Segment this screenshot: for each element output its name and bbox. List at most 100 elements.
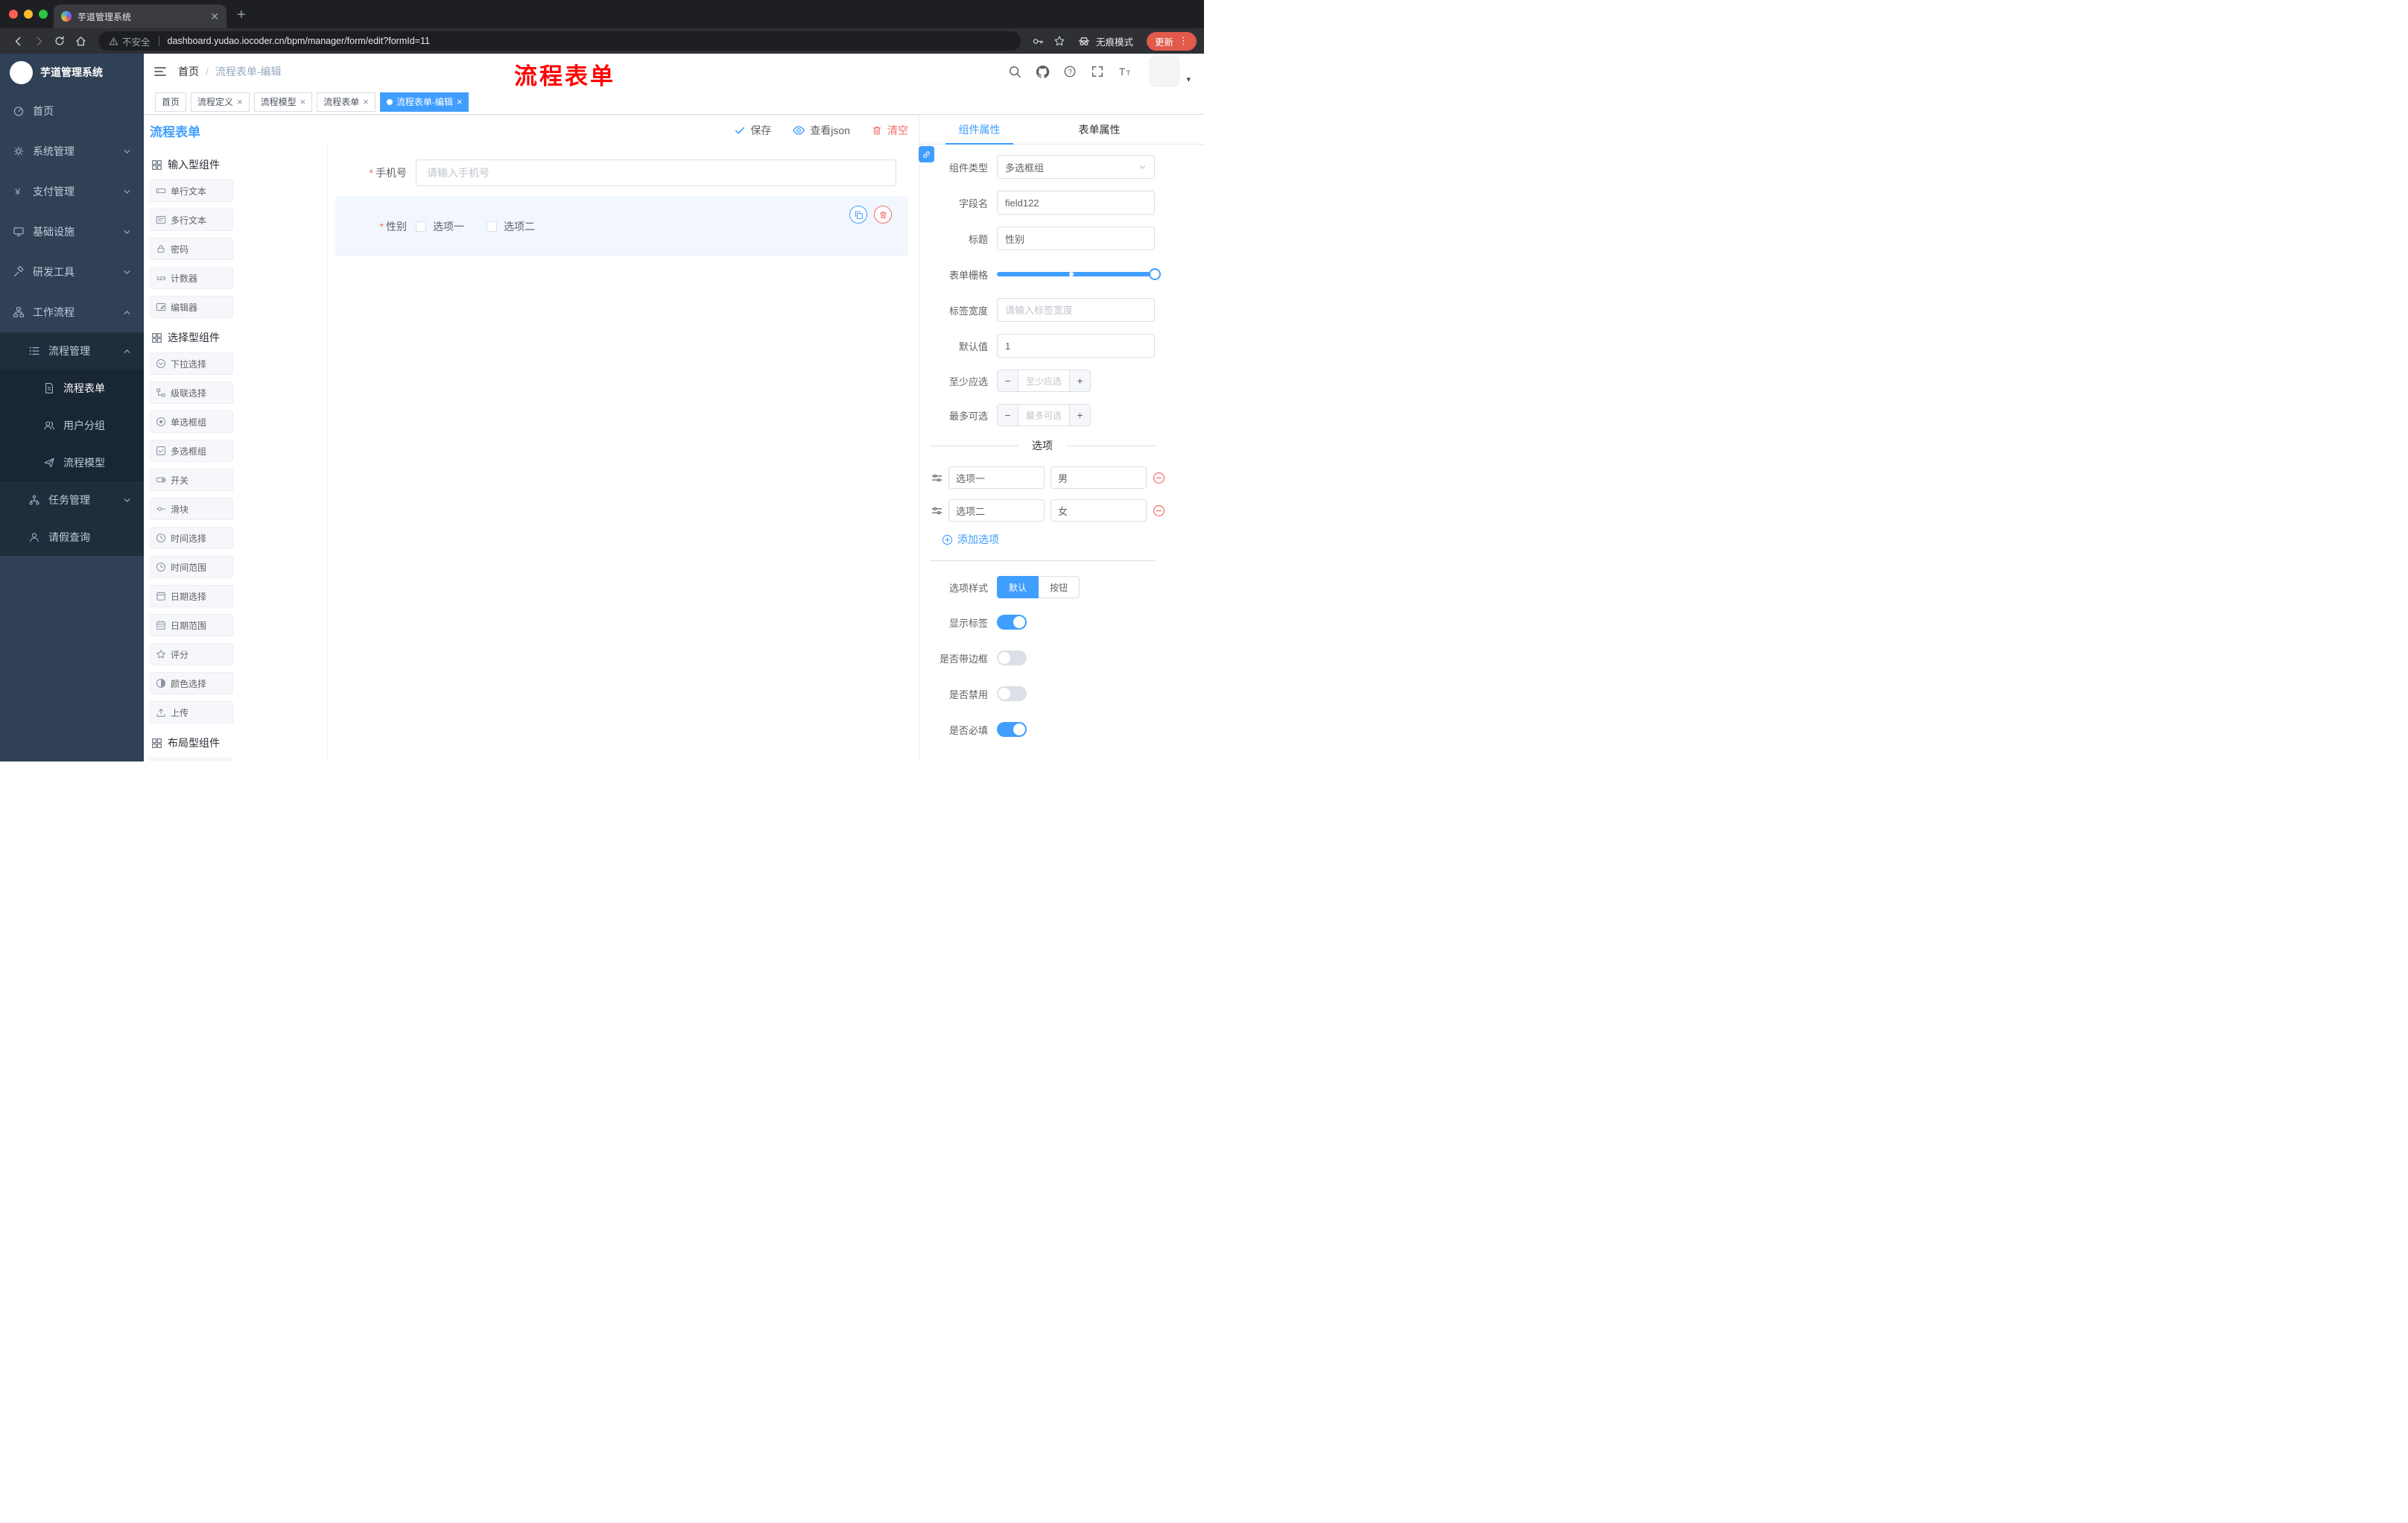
label-width-input[interactable] — [997, 298, 1155, 322]
chip-color-picker[interactable]: 颜色选择 — [150, 672, 233, 694]
browser-update-button[interactable]: 更新 ⋮ — [1146, 31, 1197, 51]
tag-home[interactable]: 首页 — [155, 92, 187, 112]
option-value-input[interactable] — [1051, 499, 1147, 522]
chip-upload[interactable]: 上传 — [150, 701, 233, 723]
drag-handle-icon[interactable] — [931, 505, 942, 516]
address-bar[interactable]: 不安全 dashboard.yudao.iocoder.cn/bpm/manag… — [98, 31, 1021, 51]
canvas-field-gender[interactable]: * 性别 选项一 选项二 — [335, 197, 908, 256]
chip-time-picker[interactable]: 时间选择 — [150, 527, 233, 549]
search-icon[interactable] — [1007, 64, 1022, 79]
tag-close-icon[interactable]: × — [363, 97, 369, 107]
stepper-decrease-button[interactable]: − — [998, 405, 1018, 425]
avatar-caret-icon[interactable]: ▾ — [1186, 75, 1191, 84]
border-switch[interactable] — [997, 650, 1027, 665]
stepper-value[interactable]: 至少应选 — [1018, 370, 1069, 391]
show-label-switch[interactable] — [997, 615, 1027, 630]
chip-date-range[interactable]: 日期范围 — [150, 614, 233, 636]
sidebar-item-user-groups[interactable]: 用户分组 — [0, 407, 144, 444]
browser-tab[interactable]: 芋道管理系统 ✕ — [54, 4, 226, 28]
user-avatar[interactable] — [1150, 57, 1180, 86]
chip-counter[interactable]: 123 计数器 — [150, 267, 233, 289]
bookmark-star-icon[interactable] — [1049, 31, 1070, 51]
close-window-button[interactable] — [9, 10, 18, 19]
sidebar-item-system[interactable]: 系统管理 — [0, 131, 144, 171]
minimize-window-button[interactable] — [24, 10, 33, 19]
tab-close-icon[interactable]: ✕ — [210, 11, 219, 22]
chip-editor[interactable]: 编辑器 — [150, 296, 233, 318]
breadcrumb-home[interactable]: 首页 — [178, 64, 199, 79]
chip-single-line-text[interactable]: 单行文本 — [150, 180, 233, 202]
sidebar-item-workflow[interactable]: 工作流程 — [0, 292, 144, 332]
github-icon[interactable] — [1035, 64, 1050, 79]
stepper-decrease-button[interactable]: − — [998, 370, 1018, 391]
field-phone-input[interactable] — [416, 159, 896, 186]
option-value-input[interactable] — [1051, 466, 1147, 489]
canvas-field-phone[interactable]: * 手机号 — [335, 158, 908, 188]
sidebar-item-devtools[interactable]: 研发工具 — [0, 252, 144, 292]
forward-icon[interactable] — [28, 31, 49, 51]
delete-field-button[interactable] — [874, 206, 892, 224]
component-type-select[interactable]: 多选框组 — [997, 155, 1155, 179]
form-canvas[interactable]: *手机号 *性别 选项一 — [328, 146, 919, 762]
maximize-window-button[interactable] — [39, 10, 48, 19]
checkbox-box[interactable] — [487, 221, 497, 232]
tag-close-icon[interactable]: × — [300, 97, 306, 107]
remove-option-icon[interactable] — [1153, 472, 1165, 484]
option-label-input[interactable] — [948, 466, 1045, 489]
slider-track[interactable] — [997, 268, 1161, 280]
slider-handle[interactable] — [1149, 268, 1161, 280]
stepper-value[interactable]: 最多可选 — [1018, 405, 1069, 425]
tag-process-form-edit[interactable]: 流程表单-编辑 × — [379, 92, 469, 112]
browser-menu-icon[interactable]: ⋮ — [1179, 35, 1188, 47]
grid-slider[interactable] — [997, 262, 1161, 286]
password-key-icon[interactable] — [1028, 31, 1049, 51]
required-switch[interactable] — [997, 722, 1027, 737]
reload-icon[interactable] — [49, 31, 70, 51]
checkbox-option-2[interactable]: 选项二 — [487, 219, 535, 234]
chip-multi-line-text[interactable]: 多行文本 — [150, 209, 233, 231]
style-button-button[interactable]: 按钮 — [1039, 576, 1080, 598]
sidebar-toggle-icon[interactable] — [153, 64, 168, 79]
chip-switch[interactable]: 开关 — [150, 469, 233, 491]
chip-password[interactable]: 密码 — [150, 238, 233, 260]
help-icon[interactable]: ? — [1062, 64, 1077, 79]
checkbox-option-1[interactable]: 选项一 — [416, 219, 464, 234]
brand[interactable]: 芋道管理系统 — [0, 54, 144, 91]
clear-button[interactable]: 清空 — [871, 123, 908, 138]
chip-radio-group[interactable]: 单选框组 — [150, 411, 233, 433]
font-size-icon[interactable]: TT — [1118, 64, 1132, 79]
sidebar-item-process-model[interactable]: 流程模型 — [0, 444, 144, 481]
tag-process-model[interactable]: 流程模型 × — [253, 92, 313, 112]
not-secure-badge[interactable]: 不安全 — [109, 34, 150, 48]
stepper-increase-button[interactable]: + — [1069, 405, 1090, 425]
remove-option-icon[interactable] — [1153, 504, 1165, 517]
save-button[interactable]: 保存 — [734, 123, 771, 138]
view-json-button[interactable]: 查看json — [792, 123, 850, 138]
sidebar-item-task-mgmt[interactable]: 任务管理 — [0, 481, 144, 519]
drag-handle-icon[interactable] — [931, 472, 942, 484]
chip-slider[interactable]: 滑块 — [150, 498, 233, 520]
chip-cascader[interactable]: 级联选择 — [150, 381, 233, 404]
chip-select[interactable]: 下拉选择 — [150, 352, 233, 375]
tag-process-form[interactable]: 流程表单 × — [317, 92, 376, 112]
checkbox-box[interactable] — [416, 221, 426, 232]
disabled-switch[interactable] — [997, 686, 1027, 701]
sidebar-item-leave-query[interactable]: 请假查询 — [0, 519, 144, 556]
sidebar-item-process-mgmt[interactable]: 流程管理 — [0, 332, 144, 370]
stepper-increase-button[interactable]: + — [1069, 370, 1090, 391]
back-icon[interactable] — [7, 31, 28, 51]
style-default-button[interactable]: 默认 — [997, 576, 1039, 598]
chip-checkbox-group[interactable]: 多选框组 — [150, 440, 233, 462]
duplicate-field-button[interactable] — [849, 206, 867, 224]
sidebar-item-process-form[interactable]: 流程表单 — [0, 370, 144, 407]
default-value-input[interactable] — [997, 334, 1155, 358]
fullscreen-icon[interactable] — [1090, 64, 1105, 79]
home-icon[interactable] — [70, 31, 91, 51]
chip-time-range[interactable]: 时间范围 — [150, 556, 233, 578]
new-tab-button[interactable]: + — [237, 7, 246, 24]
link-badge[interactable] — [919, 146, 934, 162]
tag-close-icon[interactable]: × — [237, 97, 243, 107]
chip-date-picker[interactable]: 日期选择 — [150, 585, 233, 607]
tab-form-props[interactable]: 表单属性 — [1039, 115, 1159, 144]
sidebar-item-payment[interactable]: ¥ 支付管理 — [0, 171, 144, 212]
